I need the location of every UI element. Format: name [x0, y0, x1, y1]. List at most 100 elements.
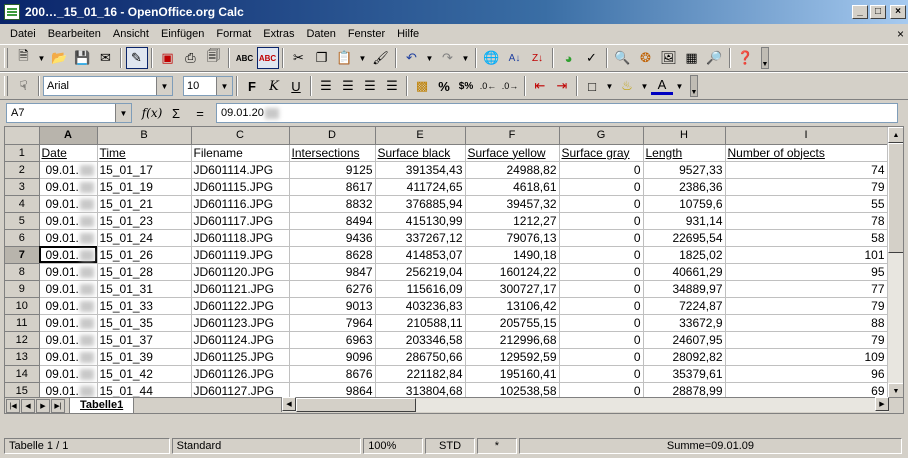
- copy-icon[interactable]: ❐: [311, 47, 333, 69]
- chevron-down-icon[interactable]: ▼: [115, 104, 131, 122]
- menu-hilfe[interactable]: Hilfe: [391, 28, 425, 40]
- align-left-icon[interactable]: ☰: [315, 75, 337, 97]
- decrease-indent-icon[interactable]: ⇤: [529, 75, 551, 97]
- cell[interactable]: 15_01_37: [97, 331, 192, 349]
- function-wizard-button[interactable]: f(x): [140, 106, 164, 120]
- next-sheet-icon[interactable]: ▶: [36, 398, 50, 413]
- cell[interactable]: 8628: [289, 246, 376, 264]
- row-header[interactable]: 4: [5, 195, 40, 213]
- bold-button[interactable]: F: [241, 75, 263, 97]
- spellcheck-icon[interactable]: ABC: [234, 47, 256, 69]
- cell[interactable]: 414853,07: [375, 246, 466, 264]
- toolbar-overflow-icon[interactable]: ▼: [761, 47, 769, 69]
- cell[interactable]: 0: [559, 212, 644, 230]
- menu-format[interactable]: Format: [210, 28, 257, 40]
- cell[interactable]: Surface yellow: [465, 144, 560, 162]
- row-header[interactable]: 8: [5, 263, 40, 281]
- cell[interactable]: 221182,84: [375, 365, 466, 383]
- cell[interactable]: 0: [559, 161, 644, 179]
- cell[interactable]: 212996,68: [465, 331, 560, 349]
- chart-icon[interactable]: ◕: [558, 47, 580, 69]
- currency-button[interactable]: $%: [455, 75, 477, 97]
- cell[interactable]: 09.01.: [39, 348, 98, 366]
- paste-icon[interactable]: 📋: [334, 47, 356, 69]
- cell[interactable]: 39457,32: [465, 195, 560, 213]
- cell[interactable]: JD601121.JPG: [191, 280, 290, 298]
- redo-icon[interactable]: ↷: [437, 47, 459, 69]
- cell[interactable]: 13106,42: [465, 297, 560, 315]
- cell[interactable]: 33672,9: [643, 314, 726, 332]
- menu-fenster[interactable]: Fenster: [342, 28, 391, 40]
- cell[interactable]: 0: [559, 178, 644, 196]
- cell[interactable]: 8676: [289, 365, 376, 383]
- cell[interactable]: 58: [725, 229, 888, 247]
- scroll-left-icon[interactable]: ◀: [282, 397, 296, 411]
- scroll-right-icon[interactable]: ▶: [875, 397, 889, 411]
- undo-icon[interactable]: ↶: [401, 47, 423, 69]
- sheet-tab-tabelle1[interactable]: Tabelle1: [69, 397, 135, 413]
- format-paintbrush-icon[interactable]: 🖌: [370, 47, 392, 69]
- cell[interactable]: 403236,83: [375, 297, 466, 315]
- cell[interactable]: 15_01_33: [97, 297, 192, 315]
- calc-app-icon[interactable]: [4, 4, 20, 20]
- row-header[interactable]: 9: [5, 280, 40, 298]
- column-header-e[interactable]: E: [375, 127, 466, 145]
- paste-dropdown-icon[interactable]: ▼: [357, 47, 369, 69]
- cell[interactable]: 74: [725, 161, 888, 179]
- cell[interactable]: 8617: [289, 178, 376, 196]
- cell[interactable]: 09.01.: [39, 178, 98, 196]
- cell[interactable]: 391354,43: [375, 161, 466, 179]
- remove-decimal-icon[interactable]: .0→: [499, 75, 521, 97]
- row-header[interactable]: 14: [5, 365, 40, 383]
- cell[interactable]: 09.01.: [39, 212, 98, 230]
- cell[interactable]: 88: [725, 314, 888, 332]
- column-header-a[interactable]: A: [39, 127, 98, 145]
- cell[interactable]: Surface gray: [559, 144, 644, 162]
- cell[interactable]: 210588,11: [375, 314, 466, 332]
- cell[interactable]: Number of objects: [725, 144, 888, 162]
- cell[interactable]: JD601123.JPG: [191, 314, 290, 332]
- row-header[interactable]: 5: [5, 212, 40, 230]
- borders-dropdown-icon[interactable]: ▼: [604, 75, 616, 97]
- cell[interactable]: 101: [725, 246, 888, 264]
- status-selection-mode[interactable]: STD: [425, 438, 475, 454]
- cell[interactable]: 129592,59: [465, 348, 560, 366]
- cell[interactable]: 09.01.: [39, 246, 98, 264]
- sort-ascending-icon[interactable]: A↓: [504, 47, 526, 69]
- row-header[interactable]: 11: [5, 314, 40, 332]
- cell[interactable]: 1825,02: [643, 246, 726, 264]
- cell[interactable]: 7224,87: [643, 297, 726, 315]
- cell[interactable]: 286750,66: [375, 348, 466, 366]
- menu-einfuegen[interactable]: Einfügen: [155, 28, 210, 40]
- menu-ansicht[interactable]: Ansicht: [107, 28, 155, 40]
- cell[interactable]: 0: [559, 195, 644, 213]
- close-button[interactable]: ×: [890, 5, 906, 19]
- cell[interactable]: 376885,94: [375, 195, 466, 213]
- new-dropdown-icon[interactable]: ▼: [36, 47, 48, 69]
- cell[interactable]: JD601117.JPG: [191, 212, 290, 230]
- horizontal-scrollbar[interactable]: ◀ ▶: [281, 397, 889, 412]
- cell[interactable]: 79: [725, 331, 888, 349]
- cell[interactable]: 09.01.: [39, 229, 98, 247]
- page-preview-icon[interactable]: 🗐: [203, 47, 225, 69]
- background-color-icon[interactable]: ♨: [616, 75, 638, 97]
- cell[interactable]: 15_01_31: [97, 280, 192, 298]
- cell[interactable]: 0: [559, 331, 644, 349]
- increase-indent-icon[interactable]: ⇥: [551, 75, 573, 97]
- row-header[interactable]: 3: [5, 178, 40, 196]
- column-header-h[interactable]: H: [643, 127, 726, 145]
- font-size-combo[interactable]: 10 ▼: [183, 76, 233, 96]
- cell[interactable]: 6963: [289, 331, 376, 349]
- cell[interactable]: 2386,36: [643, 178, 726, 196]
- row-header[interactable]: 13: [5, 348, 40, 366]
- cell[interactable]: JD601120.JPG: [191, 263, 290, 281]
- minimize-button[interactable]: _: [852, 5, 868, 19]
- cell[interactable]: 79: [725, 297, 888, 315]
- cell[interactable]: 15_01_35: [97, 314, 192, 332]
- cell[interactable]: 0: [559, 229, 644, 247]
- add-decimal-icon[interactable]: .0←: [477, 75, 499, 97]
- chevron-down-icon[interactable]: ▼: [156, 77, 172, 95]
- cell[interactable]: 6276: [289, 280, 376, 298]
- cell[interactable]: 34889,97: [643, 280, 726, 298]
- toolbar-grip[interactable]: [4, 48, 8, 68]
